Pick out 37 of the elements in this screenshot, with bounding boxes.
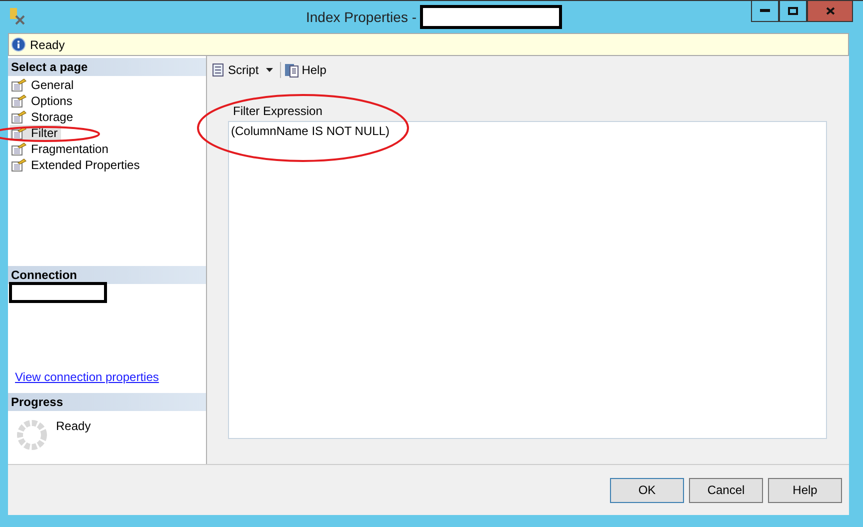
page-icon xyxy=(11,158,27,172)
maximize-icon xyxy=(788,7,798,15)
close-icon xyxy=(826,7,834,15)
page-icon xyxy=(11,94,27,108)
spinner-icon xyxy=(16,419,48,451)
script-icon xyxy=(210,62,226,78)
page-item[interactable]: Fragmentation xyxy=(10,141,112,157)
close-button[interactable] xyxy=(807,1,853,22)
help-button[interactable]: Help xyxy=(284,62,326,78)
dialog-button[interactable]: Help xyxy=(768,478,842,502)
minimize-button[interactable] xyxy=(751,1,779,22)
page-item[interactable]: General xyxy=(10,77,77,93)
connection-properties-link[interactable]: View connection properties xyxy=(15,370,206,384)
info-icon xyxy=(11,37,26,52)
field-label: Filter Expression xyxy=(233,104,324,118)
window-title: Index Properties - xyxy=(306,9,416,25)
section-header: Select a page xyxy=(8,58,206,76)
progress-status: Ready xyxy=(56,419,91,435)
help-icon xyxy=(284,62,300,78)
app-icon xyxy=(8,7,26,25)
minimize-icon xyxy=(760,9,770,13)
page-icon xyxy=(11,110,27,124)
maximize-button[interactable] xyxy=(779,1,807,22)
page-icon xyxy=(11,142,27,156)
page-item[interactable]: Extended Properties xyxy=(10,157,143,173)
page-item[interactable]: Options xyxy=(10,93,76,109)
script-button[interactable]: Script xyxy=(210,62,259,78)
dropdown-caret-icon[interactable] xyxy=(266,68,273,72)
filter-expression-field[interactable]: (ColumnName IS NOT NULL) xyxy=(228,121,827,439)
dialog-button[interactable]: OK xyxy=(610,478,684,502)
page-item[interactable]: Storage xyxy=(10,109,76,125)
section-header: Progress xyxy=(8,393,206,411)
section-header: Connection xyxy=(8,266,206,284)
info-text: Ready xyxy=(30,38,65,52)
page-icon xyxy=(11,126,27,140)
page-icon xyxy=(11,78,27,92)
dialog-button[interactable]: Cancel xyxy=(689,478,763,502)
